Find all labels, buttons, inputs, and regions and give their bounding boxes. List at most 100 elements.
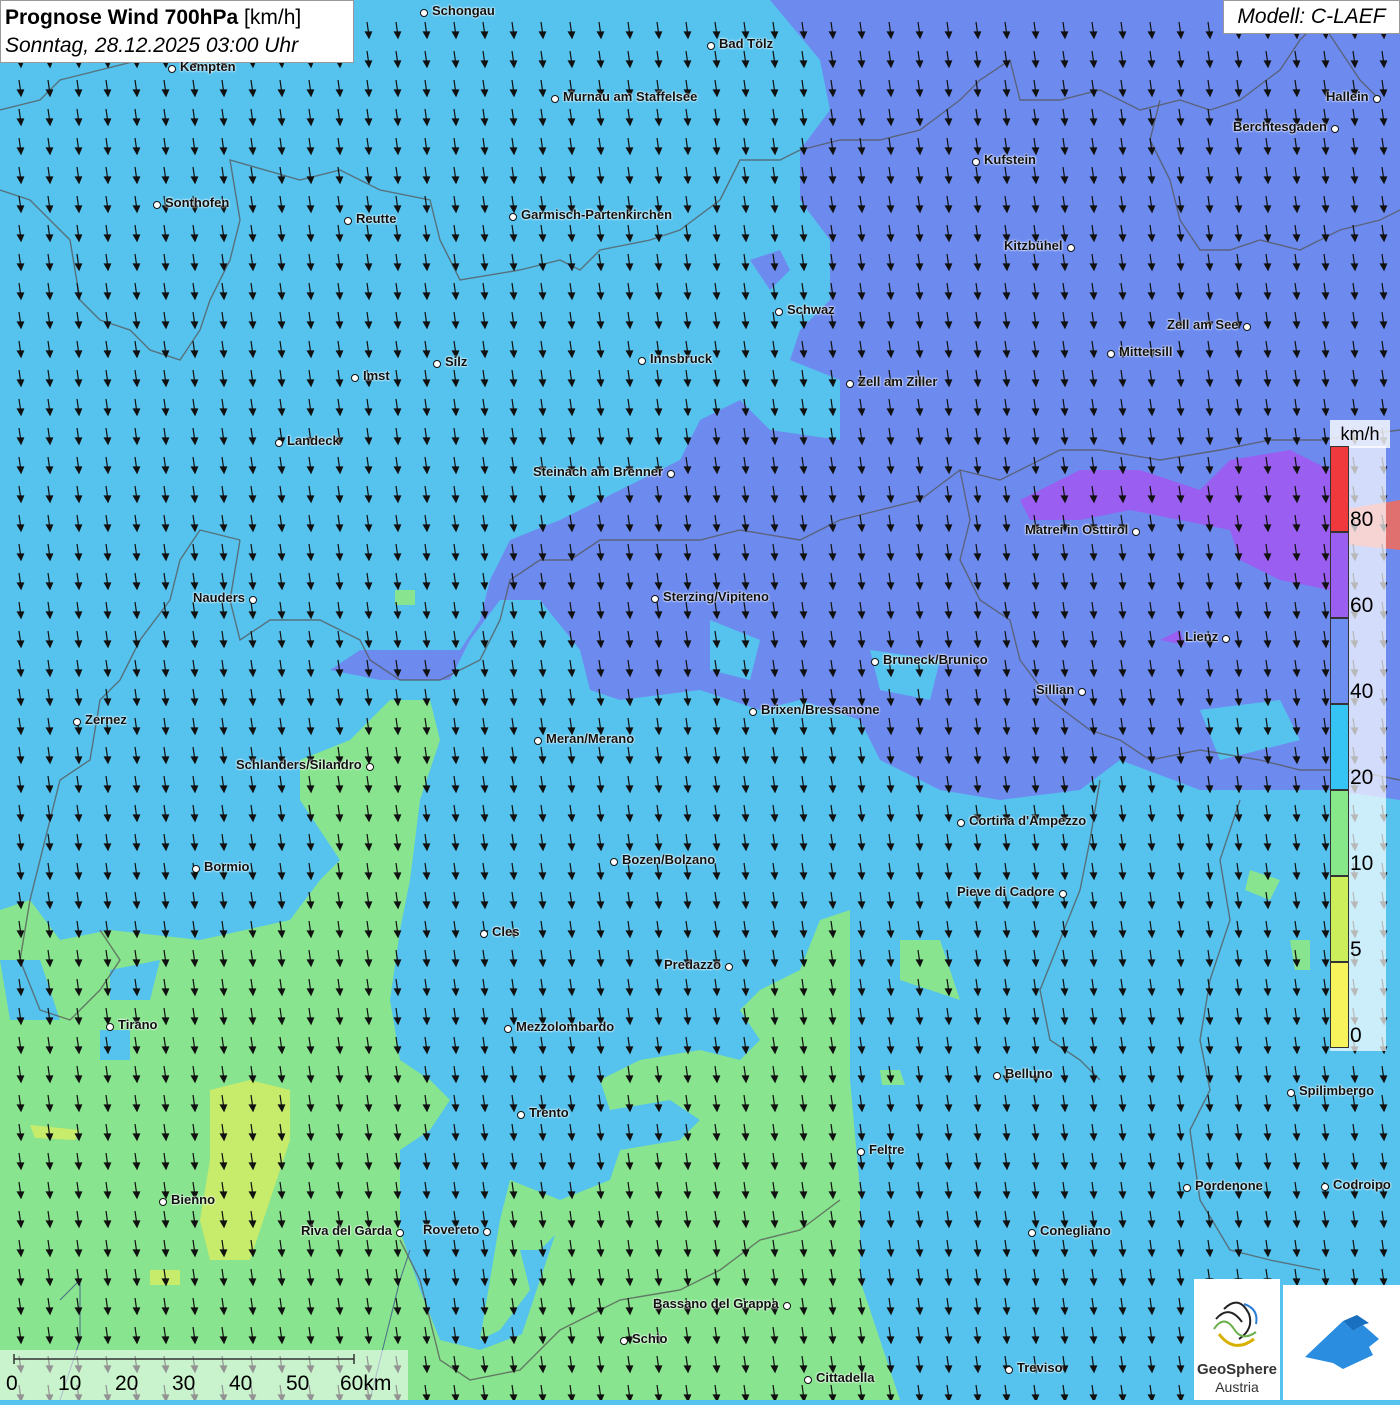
city-label: Bozen/Bolzano (622, 852, 716, 867)
city-marker (846, 380, 854, 388)
city-label: Bruneck/Brunico (883, 652, 988, 667)
city-marker (1059, 890, 1067, 898)
legend-label: 5 (1350, 938, 1362, 961)
city-marker (106, 1023, 114, 1031)
legend-color-segment (1330, 876, 1349, 962)
city-label: Bormio (204, 859, 250, 874)
city-marker (667, 470, 675, 478)
city-label: Garmisch-Partenkirchen (521, 207, 673, 222)
city-label: Schlanders/Silandro (236, 757, 362, 772)
city-marker (433, 360, 441, 368)
scale-label: 20 (115, 1372, 139, 1395)
second-logo[interactable] (1283, 1285, 1400, 1400)
city-label: Steinach am Brenner (533, 464, 664, 479)
title-unit: [km/h] (244, 6, 302, 29)
city-marker (1243, 323, 1251, 331)
city-marker (483, 1228, 491, 1236)
legend-label: 60 (1350, 594, 1374, 617)
legend-label: 40 (1350, 680, 1374, 703)
city-label: Bienno (171, 1192, 216, 1207)
city-label: Cles (492, 924, 520, 939)
city-marker (725, 963, 733, 971)
scale-label: 10 (58, 1372, 82, 1395)
city-label: Schwaz (787, 302, 835, 317)
city-label: Zernez (85, 712, 127, 727)
city-label: Meran/Merano (546, 731, 635, 746)
city-marker (1331, 125, 1339, 133)
city-marker (275, 439, 283, 447)
city-marker (857, 1148, 865, 1156)
city-marker (749, 708, 757, 716)
city-marker (638, 357, 646, 365)
city-label: Predazzo (664, 957, 722, 972)
city-label: Kufstein (984, 152, 1036, 167)
city-marker (1132, 528, 1140, 536)
city-label: Zell am See (1167, 317, 1239, 332)
city-marker (153, 201, 161, 209)
legend-color-segment (1330, 704, 1349, 790)
legend-label: 20 (1350, 766, 1374, 789)
legend-color-segment (1330, 618, 1349, 704)
city-marker (1067, 244, 1075, 252)
city-marker (168, 65, 176, 73)
title-main: Prognose Wind 700hPa (5, 6, 239, 29)
city-marker (1078, 688, 1086, 696)
city-marker (707, 42, 715, 50)
title-box: Prognose Wind 700hPa [km/h] Sonntag, 28.… (0, 0, 354, 63)
city-label: Rovereto (423, 1222, 480, 1237)
city-marker (420, 9, 428, 17)
city-label: Hallein (1326, 89, 1369, 104)
city-label: Bad Tölz (719, 36, 774, 51)
legend-label: 0 (1350, 1024, 1362, 1047)
scale-label: 40 (229, 1372, 253, 1395)
city-marker (366, 763, 374, 771)
city-label: Pordenone (1195, 1178, 1263, 1193)
city-marker (351, 374, 359, 382)
city-label: Mittersill (1119, 344, 1173, 359)
city-marker (972, 158, 980, 166)
city-label: Berchtesgaden (1233, 119, 1327, 134)
city-label: Tirano (118, 1017, 158, 1032)
legend-label: 80 (1350, 508, 1374, 531)
city-label: Codroipo (1333, 1177, 1391, 1192)
geosphere-logo[interactable]: GeoSphere Austria (1194, 1279, 1280, 1400)
city-marker (1287, 1089, 1295, 1097)
city-label: Treviso (1017, 1360, 1063, 1375)
city-label: Nauders (193, 590, 246, 605)
city-label: Kitzbühel (1004, 238, 1063, 253)
city-marker (620, 1337, 628, 1345)
city-label: Sonthofen (165, 195, 230, 210)
city-marker (610, 858, 618, 866)
city-label: Trento (529, 1105, 569, 1120)
city-marker (249, 596, 257, 604)
city-marker (509, 213, 517, 221)
geosphere-logo-icon (1213, 1301, 1258, 1347)
city-label: Cittadella (816, 1370, 875, 1385)
city-label: Zell am Ziller (858, 374, 938, 389)
city-label: Feltre (869, 1142, 905, 1157)
city-label: Kempten (180, 59, 236, 74)
city-marker (804, 1376, 812, 1384)
city-label: Silz (445, 354, 468, 369)
legend-unit: km/h (1330, 420, 1390, 448)
city-label: Bassano del Grappa (653, 1296, 779, 1311)
city-marker (1222, 635, 1230, 643)
city-label: Brixen/Bressanone (761, 702, 880, 717)
city-marker (871, 658, 879, 666)
map-title: Prognose Wind 700hPa [km/h] (5, 4, 349, 32)
city-label: Matrei in Osttirol (1025, 522, 1129, 537)
model-label: Modell: C-LAEF (1223, 0, 1400, 34)
city-marker (1183, 1184, 1191, 1192)
legend-color-segment (1330, 532, 1349, 618)
city-label: Mezzolombardo (516, 1019, 615, 1034)
city-label: Sillian (1036, 682, 1075, 697)
city-label: Landeck (287, 433, 340, 448)
legend-color-segment (1330, 446, 1349, 532)
legend-color-segment (1330, 962, 1349, 1048)
city-label: Schio (632, 1331, 668, 1346)
city-marker (480, 930, 488, 938)
city-marker (651, 595, 659, 603)
cloud-arrow-logo-icon (1305, 1315, 1379, 1369)
city-marker (1005, 1366, 1013, 1374)
forecast-datetime: Sonntag, 28.12.2025 03:00 Uhr (5, 34, 299, 57)
